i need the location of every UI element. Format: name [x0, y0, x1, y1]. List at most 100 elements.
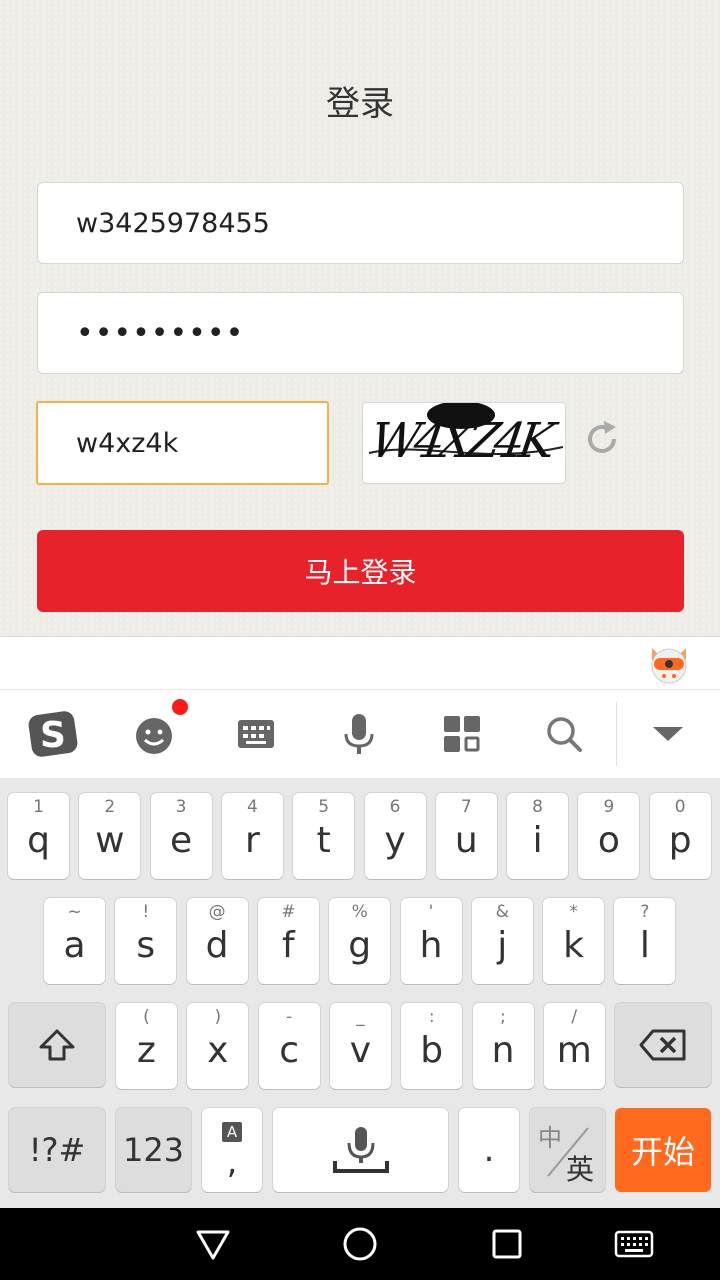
apps-grid-icon[interactable]: [440, 712, 484, 756]
captcha-image[interactable]: W4XZ4K: [362, 402, 566, 484]
key-label: l: [639, 925, 650, 966]
shift-key[interactable]: [9, 1003, 105, 1087]
key-label: y: [384, 820, 406, 861]
key-s[interactable]: ! s: [115, 898, 177, 984]
key-hint: /: [571, 1007, 578, 1027]
key-label: z: [137, 1030, 156, 1071]
collapse-keyboard-icon[interactable]: [646, 712, 690, 756]
microphone-icon[interactable]: [337, 712, 381, 756]
comma-key-label: ,: [226, 1142, 238, 1182]
navigation-bar: [0, 1208, 720, 1280]
key-label: k: [563, 925, 585, 966]
key-label: f: [282, 925, 295, 966]
key-label: o: [597, 820, 620, 861]
key-o[interactable]: 9o: [578, 793, 640, 879]
ime-mascot-icon[interactable]: [646, 640, 692, 686]
key-e[interactable]: 3e: [150, 793, 212, 879]
key-label: i: [532, 820, 543, 861]
key-hint: _: [356, 1007, 365, 1027]
keyboard-icon[interactable]: [234, 712, 278, 756]
key-hint: -: [286, 1007, 293, 1027]
key-l[interactable]: ? l: [614, 898, 676, 984]
key-label: q: [27, 820, 50, 861]
comma-key[interactable]: A ,: [202, 1108, 262, 1192]
key-hint: @: [208, 902, 226, 922]
key-i[interactable]: 8i: [507, 793, 569, 879]
key-label: m: [556, 1030, 592, 1071]
key-c[interactable]: -c: [258, 1003, 320, 1089]
period-key[interactable]: .: [459, 1108, 519, 1192]
key-d[interactable]: @ d: [186, 898, 248, 984]
key-hint: 1: [33, 797, 44, 817]
key-label: w: [95, 820, 125, 861]
key-label: e: [170, 820, 193, 861]
key-hint: %: [351, 902, 368, 922]
key-label: u: [454, 820, 478, 861]
captcha-input-value: w4xz4k: [76, 427, 179, 459]
key-hint: 9: [603, 797, 615, 817]
toolbar-divider: [616, 702, 617, 766]
language-switch-key[interactable]: 中 英: [530, 1108, 605, 1192]
key-label: x: [207, 1030, 229, 1071]
sogou-logo-icon[interactable]: S: [26, 707, 80, 761]
key-hint: (: [143, 1007, 150, 1027]
key-hint: !: [142, 902, 150, 922]
key-label: j: [497, 925, 508, 966]
emoji-icon[interactable]: [132, 712, 176, 756]
space-microphone-icon: [332, 1127, 389, 1173]
key-q[interactable]: 1q: [8, 793, 69, 879]
username-value: w3425978455: [76, 207, 270, 239]
captcha-input[interactable]: w4xz4k: [36, 401, 329, 485]
key-label: r: [244, 820, 260, 861]
key-n[interactable]: ; n: [472, 1003, 534, 1089]
key-t[interactable]: 5t: [293, 793, 355, 879]
backspace-key[interactable]: [615, 1003, 711, 1087]
key-x[interactable]: ) x: [187, 1003, 249, 1089]
key-m[interactable]: / m: [543, 1003, 605, 1089]
key-h[interactable]: ' h: [400, 898, 462, 984]
recents-icon[interactable]: [485, 1222, 529, 1266]
keyboard: 1q2w3e4r5t6y7u8i9o0p ~ a! s @ d # f% g ' h & j * k? l …: [0, 778, 720, 1208]
search-icon[interactable]: [542, 712, 586, 756]
key-label: a: [63, 925, 86, 966]
key-hint: ': [428, 902, 434, 922]
key-k[interactable]: * k: [543, 898, 605, 984]
key-w[interactable]: 2w: [79, 793, 141, 879]
key-f[interactable]: # f: [257, 898, 319, 984]
key-label: s: [136, 925, 156, 966]
password-field[interactable]: •••••••••: [37, 292, 684, 374]
key-j[interactable]: & j: [471, 898, 533, 984]
back-icon[interactable]: [191, 1222, 235, 1266]
space-voice-key[interactable]: [273, 1108, 448, 1192]
key-hint: ~: [67, 902, 82, 922]
shift-icon: [39, 1029, 75, 1061]
keyboard-switch-icon[interactable]: [612, 1222, 656, 1266]
key-v[interactable]: _ v: [329, 1003, 391, 1089]
key-hint: :: [428, 1007, 435, 1027]
key-label: g: [348, 925, 372, 966]
key-p[interactable]: 0p: [649, 793, 711, 879]
username-field[interactable]: w3425978455: [37, 182, 684, 264]
key-g[interactable]: % g: [329, 898, 391, 984]
key-b[interactable]: :b: [401, 1003, 463, 1089]
key-label: d: [205, 925, 229, 966]
login-button[interactable]: 马上登录: [37, 530, 684, 612]
key-hint: *: [569, 902, 578, 922]
login-panel: 登录 w3425978455 ••••••••• w4xz4k W4XZ4K 马…: [0, 0, 720, 636]
home-icon[interactable]: [338, 1222, 382, 1266]
key-u[interactable]: 7u: [435, 793, 497, 879]
key-z[interactable]: (z: [116, 1003, 177, 1089]
ime-candidate-bar: [0, 636, 720, 690]
key-hint: 4: [246, 797, 258, 817]
comma-key-hint: A: [222, 1122, 242, 1142]
key-hint: ?: [640, 902, 650, 922]
key-hint: &: [495, 902, 509, 922]
key-y[interactable]: 6y: [364, 793, 426, 879]
key-r[interactable]: 4r: [221, 793, 283, 879]
numbers-key[interactable]: 123: [116, 1108, 191, 1192]
key-label: c: [279, 1030, 299, 1071]
key-a[interactable]: ~ a: [44, 898, 105, 984]
go-key[interactable]: 开始: [615, 1108, 711, 1192]
refresh-captcha-icon[interactable]: [580, 417, 624, 461]
symbols-key[interactable]: !?#: [9, 1108, 105, 1192]
